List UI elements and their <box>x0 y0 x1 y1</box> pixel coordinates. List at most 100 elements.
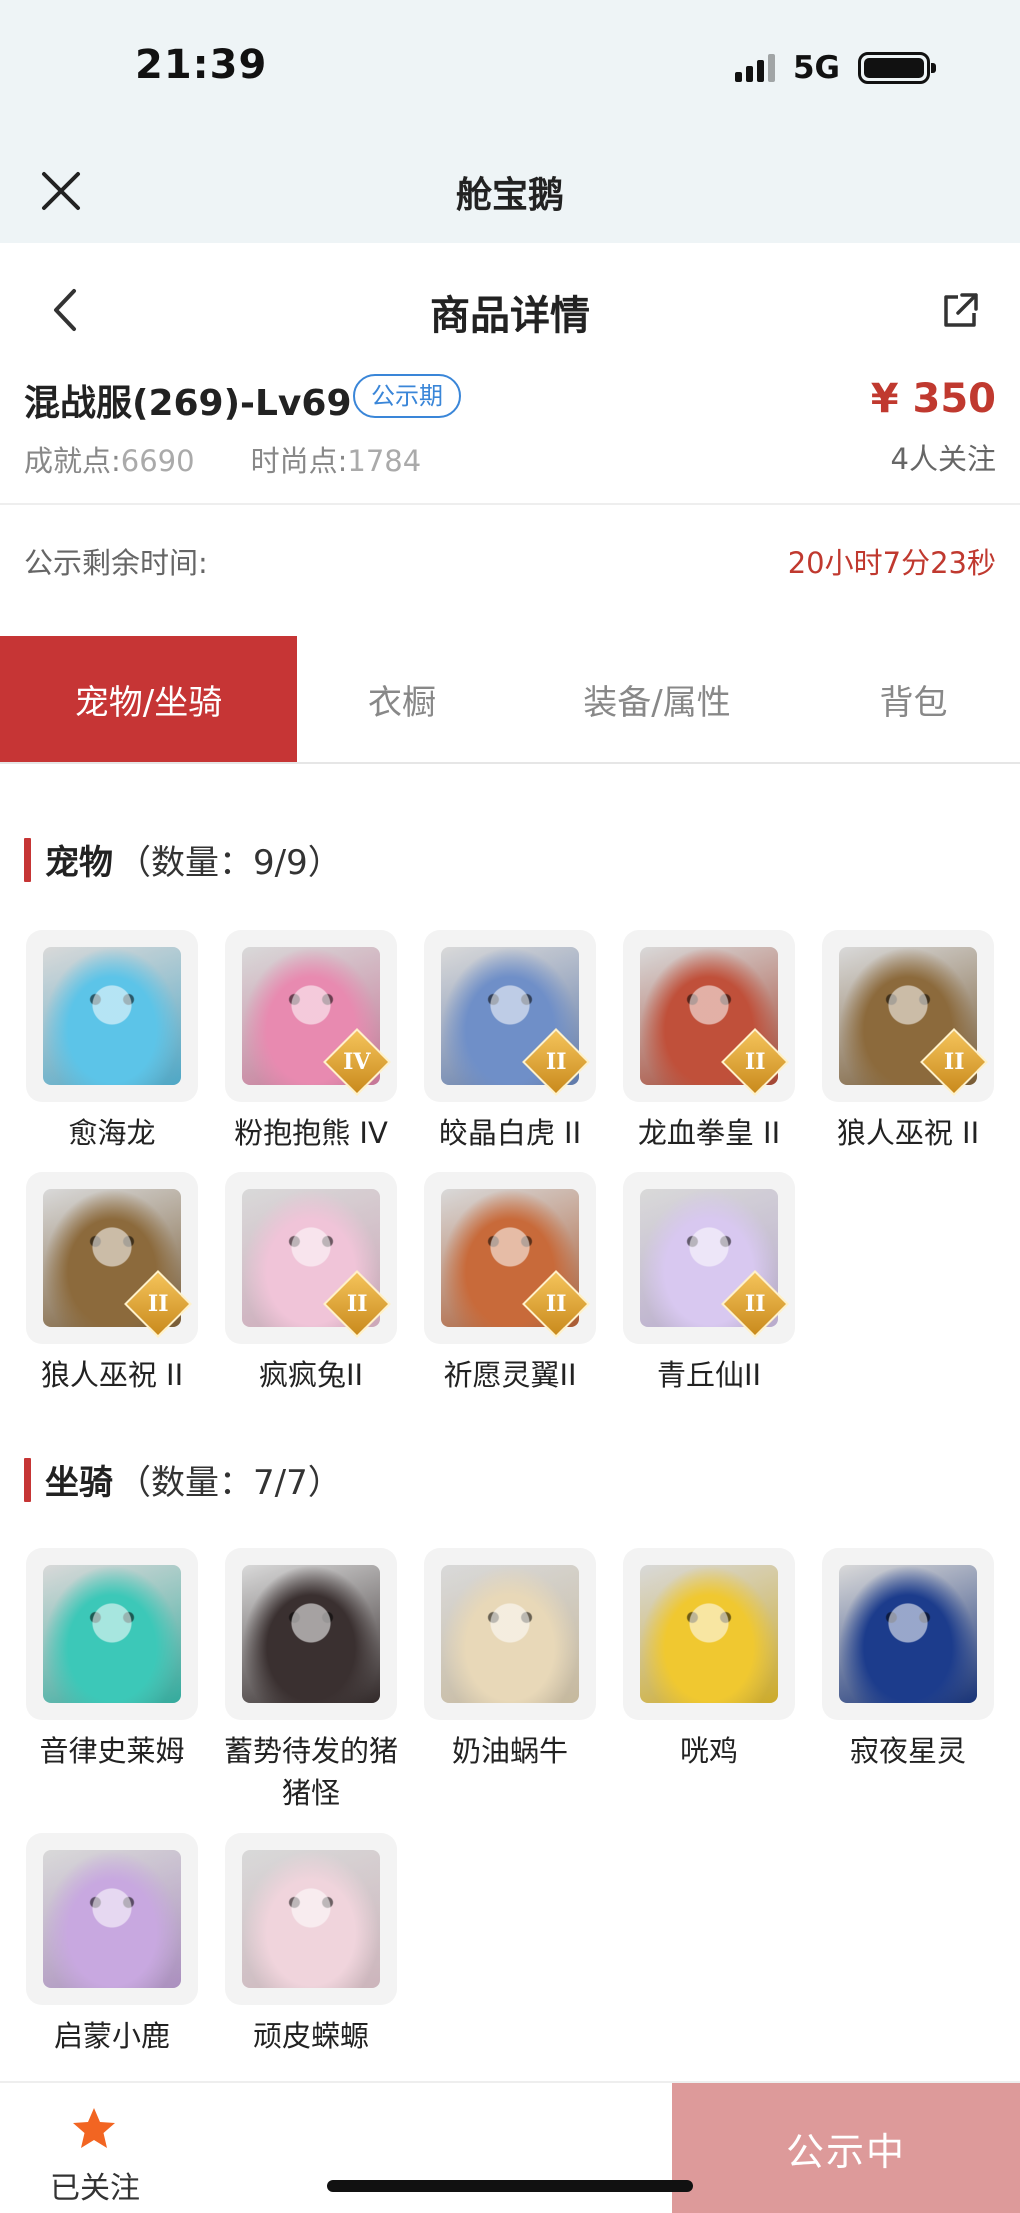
section-accent-bar <box>24 1457 31 1502</box>
pet-name: 龙血拳皇 II <box>637 1116 781 1150</box>
pet-item[interactable]: II 狼人巫祝 II <box>26 1172 198 1396</box>
rank-badge-text: II <box>346 1291 368 1317</box>
mount-portrait-image <box>242 1565 380 1703</box>
follower-count: 4人关注 <box>890 442 996 476</box>
tab-equipment-attributes[interactable]: 装备/属性 <box>507 636 807 762</box>
pet-item[interactable]: II 龙血拳皇 II <box>623 930 795 1154</box>
mount-portrait-image <box>43 1850 181 1988</box>
publicity-remaining-label: 公示剩余时间: <box>24 546 208 580</box>
achievement-value: 6690 <box>120 444 195 478</box>
pets-section-title: 宠物 （数量：9/9） <box>24 835 342 884</box>
fashion-label: 时尚点: <box>250 444 348 478</box>
pet-item[interactable]: II 皎晶白虎 II <box>424 930 596 1154</box>
mounts-count: （数量：7/7） <box>117 1463 342 1503</box>
pets-title: 宠物 <box>45 843 113 883</box>
pet-name: 皎晶白虎 II <box>438 1116 582 1150</box>
pet-thumbnail: II <box>623 930 795 1102</box>
rank-badge-text: IV <box>343 1049 371 1075</box>
mount-name: 奶油蜗牛 <box>451 1734 568 1768</box>
pet-name: 青丘仙II <box>656 1358 762 1392</box>
mounts-title: 坐骑 <box>45 1463 113 1503</box>
follow-label: 已关注 <box>50 2171 140 2206</box>
status-badge: 公示期 <box>353 374 461 418</box>
mount-thumbnail <box>26 1833 198 2005</box>
pet-name: 祈愿灵翼II <box>443 1358 577 1392</box>
page-header: 商品详情 <box>0 243 1020 373</box>
mount-name: 蓄势待发的猪猪怪 <box>223 1734 398 1810</box>
mount-item[interactable]: 寂夜星灵 <box>822 1548 994 1772</box>
pet-name: 粉抱抱熊 IV <box>234 1116 388 1150</box>
rank-badge-text: II <box>545 1049 567 1075</box>
publicity-status-button[interactable]: 公示中 <box>672 2083 1020 2213</box>
mount-item[interactable]: 启蒙小鹿 <box>26 1833 198 2057</box>
mount-thumbnail <box>225 1833 397 2005</box>
pet-name: 狼人巫祝 II <box>836 1116 980 1150</box>
mount-item[interactable]: 蓄势待发的猪猪怪 <box>224 1548 398 1814</box>
publicity-remaining-time: 20小时7分23秒 <box>787 546 996 580</box>
mount-portrait-image <box>242 1850 380 1988</box>
star-icon <box>73 2108 115 2148</box>
share-external-icon[interactable] <box>940 291 980 331</box>
mounts-section-title: 坐骑 （数量：7/7） <box>24 1455 342 1504</box>
battery-icon <box>858 52 936 84</box>
tab-wardrobe[interactable]: 衣橱 <box>297 636 507 762</box>
achievement-points: 成就点:6690 <box>24 438 195 480</box>
page-title: 商品详情 <box>430 293 590 339</box>
pet-thumbnail: II <box>225 1172 397 1344</box>
cellular-signal-icon <box>734 54 775 82</box>
mount-item[interactable]: 顽皮蝾螈 <box>225 1833 397 2057</box>
mount-thumbnail <box>225 1548 397 1720</box>
pet-item[interactable]: II 疯疯兔II <box>225 1172 397 1396</box>
pet-item[interactable]: 愈海龙 <box>26 930 198 1154</box>
rank-badge-text: II <box>744 1049 766 1075</box>
mount-item[interactable]: 奶油蜗牛 <box>424 1548 596 1772</box>
rank-badge-text: II <box>744 1291 766 1317</box>
product-stats: 成就点:6690 时尚点:1784 <box>24 438 421 480</box>
mount-portrait-image <box>640 1565 778 1703</box>
mount-name: 音律史莱姆 <box>39 1734 185 1768</box>
app-top-area: 21:39 5G 舱宝鹅 <box>0 0 1020 243</box>
pet-portrait-image <box>43 947 181 1085</box>
mount-name: 寂夜星灵 <box>849 1734 966 1768</box>
pet-name: 疯疯兔II <box>258 1358 364 1392</box>
home-indicator <box>327 2180 693 2192</box>
follow-button[interactable]: 已关注 <box>0 2083 190 2213</box>
tab-pets-mounts[interactable]: 宠物/坐骑 <box>0 636 297 762</box>
mount-thumbnail <box>822 1548 994 1720</box>
app-title: 舱宝鹅 <box>455 175 564 216</box>
pet-thumbnail: II <box>424 1172 596 1344</box>
mount-thumbnail <box>424 1548 596 1720</box>
mount-thumbnail <box>26 1548 198 1720</box>
rank-badge-text: II <box>545 1291 567 1317</box>
mount-thumbnail <box>623 1548 795 1720</box>
rank-badge-text: II <box>147 1291 169 1317</box>
mount-portrait-image <box>43 1565 181 1703</box>
pet-name: 愈海龙 <box>68 1116 156 1150</box>
mount-name: 启蒙小鹿 <box>53 2019 170 2053</box>
pet-thumbnail: II <box>424 930 596 1102</box>
pet-item[interactable]: II 祈愿灵翼II <box>424 1172 596 1396</box>
pet-item[interactable]: IV 粉抱抱熊 IV <box>225 930 397 1154</box>
fashion-value: 1784 <box>347 444 422 478</box>
pet-thumbnail: II <box>623 1172 795 1344</box>
pet-thumbnail: IV <box>225 930 397 1102</box>
pet-thumbnail <box>26 930 198 1102</box>
tab-backpack[interactable]: 背包 <box>807 636 1020 762</box>
divider <box>0 503 1020 505</box>
pet-name: 狼人巫祝 II <box>40 1358 184 1392</box>
mount-name: 顽皮蝾螈 <box>252 2019 369 2053</box>
mount-portrait-image <box>441 1565 579 1703</box>
tab-bar: 宠物/坐骑 衣橱 装备/属性 背包 <box>0 636 1020 764</box>
pets-count: （数量：9/9） <box>117 843 342 883</box>
mount-item[interactable]: 咣鸡 <box>623 1548 795 1772</box>
achievement-label: 成就点: <box>24 444 121 478</box>
mount-item[interactable]: 音律史莱姆 <box>26 1548 198 1772</box>
section-accent-bar <box>24 837 31 882</box>
pet-thumbnail: II <box>26 1172 198 1344</box>
status-icons: 5G <box>734 50 936 86</box>
pet-item[interactable]: II 青丘仙II <box>623 1172 795 1396</box>
pet-thumbnail: II <box>822 930 994 1102</box>
pet-item[interactable]: II 狼人巫祝 II <box>822 930 994 1154</box>
network-type: 5G <box>792 50 840 86</box>
fashion-points: 时尚点:1784 <box>251 438 422 480</box>
